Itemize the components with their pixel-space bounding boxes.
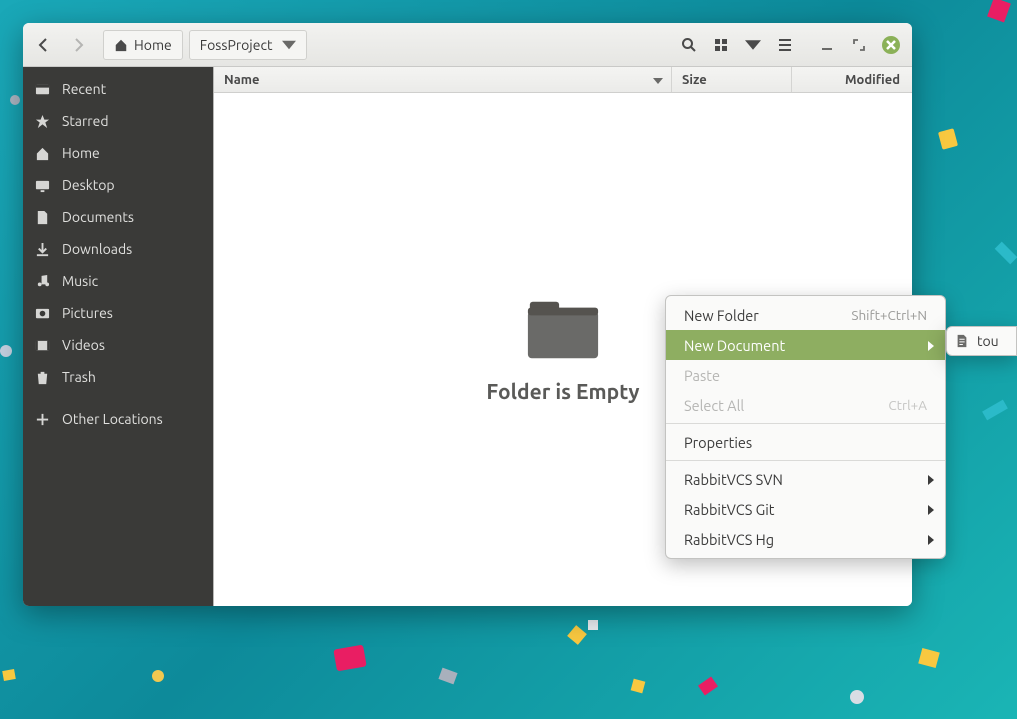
sidebar-item-label: Documents bbox=[62, 209, 134, 225]
recent-icon bbox=[35, 82, 50, 97]
column-size-label: Size bbox=[682, 73, 707, 87]
minimize-button[interactable] bbox=[812, 30, 842, 60]
sidebar-item-label: Starred bbox=[62, 113, 109, 129]
path-segment-current[interactable]: FossProject bbox=[189, 30, 308, 60]
hamburger-icon bbox=[777, 37, 793, 53]
search-button[interactable] bbox=[674, 30, 704, 60]
sidebar-item-other-locations[interactable]: Other Locations bbox=[23, 403, 213, 435]
caret-down-icon bbox=[745, 37, 761, 53]
ctx-rabbitvcs-svn[interactable]: RabbitVCS SVN bbox=[666, 464, 945, 494]
submenu-item[interactable]: tou bbox=[977, 333, 999, 349]
ctx-select-all[interactable]: Select All Ctrl+A bbox=[666, 390, 945, 420]
ctx-label: New Folder bbox=[684, 307, 759, 324]
empty-folder-icon bbox=[524, 297, 602, 367]
sidebar-item-pictures[interactable]: Pictures bbox=[23, 297, 213, 329]
videos-icon bbox=[35, 338, 50, 353]
sidebar-item-label: Pictures bbox=[62, 305, 113, 321]
document-icon bbox=[35, 210, 50, 225]
sidebar: Recent Starred Home Desktop Documents Do… bbox=[23, 67, 213, 606]
sidebar-item-label: Other Locations bbox=[62, 411, 163, 427]
sort-indicator bbox=[653, 73, 663, 87]
sidebar-item-downloads[interactable]: Downloads bbox=[23, 233, 213, 265]
view-grid-button[interactable] bbox=[706, 30, 736, 60]
sidebar-item-label: Trash bbox=[62, 369, 96, 385]
sidebar-item-documents[interactable]: Documents bbox=[23, 201, 213, 233]
caret-down-icon bbox=[282, 38, 296, 52]
close-button[interactable] bbox=[876, 30, 906, 60]
caret-down-icon bbox=[653, 78, 663, 84]
pictures-icon bbox=[35, 306, 50, 321]
ctx-new-document[interactable]: New Document bbox=[666, 330, 945, 360]
sidebar-item-label: Music bbox=[62, 273, 98, 289]
path-segment-home[interactable]: Home bbox=[103, 30, 183, 60]
ctx-rabbitvcs-git[interactable]: RabbitVCS Git bbox=[666, 494, 945, 524]
ctx-separator bbox=[666, 460, 945, 461]
column-name[interactable]: Name bbox=[214, 67, 672, 92]
search-icon bbox=[681, 37, 697, 53]
sidebar-item-label: Desktop bbox=[62, 177, 115, 193]
trash-icon bbox=[35, 370, 50, 385]
close-icon bbox=[882, 36, 900, 54]
home-icon bbox=[114, 38, 128, 52]
submenu-arrow-icon bbox=[927, 471, 935, 488]
context-menu: New Folder Shift+Ctrl+N New Document Pas… bbox=[665, 295, 946, 559]
sidebar-item-recent[interactable]: Recent bbox=[23, 73, 213, 105]
plus-icon bbox=[35, 412, 50, 427]
ctx-new-folder[interactable]: New Folder Shift+Ctrl+N bbox=[666, 300, 945, 330]
ctx-properties[interactable]: Properties bbox=[666, 427, 945, 457]
ctx-rabbitvcs-hg[interactable]: RabbitVCS Hg bbox=[666, 524, 945, 554]
home-icon bbox=[35, 146, 50, 161]
download-icon bbox=[35, 242, 50, 257]
music-icon bbox=[35, 274, 50, 289]
column-modified[interactable]: Modified bbox=[792, 67, 912, 92]
sidebar-item-label: Downloads bbox=[62, 241, 132, 257]
maximize-icon bbox=[851, 37, 867, 53]
path-current-label: FossProject bbox=[200, 37, 273, 53]
ctx-label: New Document bbox=[684, 337, 785, 354]
ctx-label: RabbitVCS Git bbox=[684, 501, 775, 518]
sidebar-item-label: Home bbox=[62, 145, 100, 161]
path-bar: Home FossProject bbox=[103, 30, 307, 60]
ctx-separator bbox=[666, 423, 945, 424]
ctx-label: Paste bbox=[684, 367, 720, 384]
path-home-label: Home bbox=[134, 37, 172, 53]
sidebar-item-music[interactable]: Music bbox=[23, 265, 213, 297]
column-name-label: Name bbox=[224, 73, 259, 87]
ctx-label: Select All bbox=[684, 397, 744, 414]
forward-button[interactable] bbox=[63, 30, 93, 60]
submenu-arrow-icon bbox=[927, 337, 935, 354]
column-size[interactable]: Size bbox=[672, 67, 792, 92]
column-modified-label: Modified bbox=[845, 73, 900, 87]
submenu-arrow-icon bbox=[927, 501, 935, 518]
document-icon bbox=[955, 334, 969, 348]
ctx-paste: Paste bbox=[666, 360, 945, 390]
sidebar-item-starred[interactable]: Starred bbox=[23, 105, 213, 137]
sidebar-item-desktop[interactable]: Desktop bbox=[23, 169, 213, 201]
back-button[interactable] bbox=[29, 30, 59, 60]
ctx-label: Properties bbox=[684, 434, 752, 451]
sidebar-item-videos[interactable]: Videos bbox=[23, 329, 213, 361]
ctx-shortcut: Ctrl+A bbox=[888, 397, 927, 413]
grid-icon bbox=[713, 37, 729, 53]
ctx-shortcut: Shift+Ctrl+N bbox=[851, 307, 927, 323]
arrow-left-icon bbox=[36, 37, 52, 53]
view-options-button[interactable] bbox=[738, 30, 768, 60]
header-bar: Home FossProject bbox=[23, 23, 912, 67]
ctx-label: RabbitVCS Hg bbox=[684, 531, 774, 548]
arrow-right-icon bbox=[70, 37, 86, 53]
desktop-icon bbox=[35, 178, 50, 193]
sidebar-item-label: Videos bbox=[62, 337, 105, 353]
sidebar-item-home[interactable]: Home bbox=[23, 137, 213, 169]
column-headers: Name Size Modified bbox=[214, 67, 912, 93]
context-submenu: tou bbox=[946, 326, 1017, 356]
maximize-button[interactable] bbox=[844, 30, 874, 60]
hamburger-menu-button[interactable] bbox=[770, 30, 800, 60]
minimize-icon bbox=[819, 37, 835, 53]
sidebar-item-trash[interactable]: Trash bbox=[23, 361, 213, 393]
ctx-label: RabbitVCS SVN bbox=[684, 471, 783, 488]
empty-state-text: Folder is Empty bbox=[486, 379, 639, 403]
star-icon bbox=[35, 114, 50, 129]
submenu-arrow-icon bbox=[927, 531, 935, 548]
sidebar-item-label: Recent bbox=[62, 81, 106, 97]
